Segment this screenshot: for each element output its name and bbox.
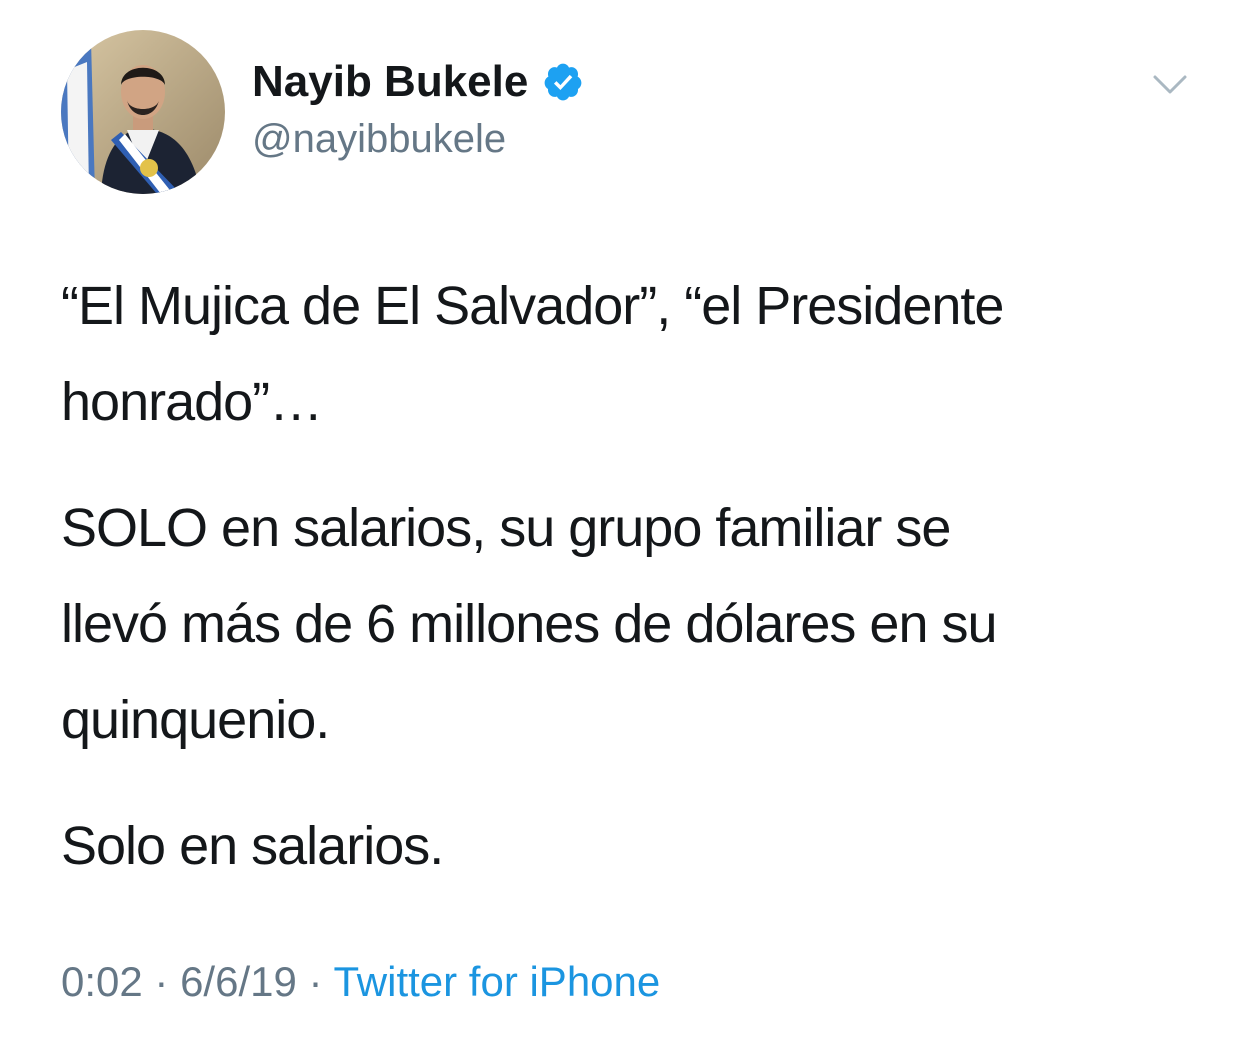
verified-badge-icon bbox=[542, 61, 584, 103]
tweet-paragraph: Solo en salarios. bbox=[61, 816, 444, 876]
tweet-text: “El Mujica de El Salvador”, “el Presiden… bbox=[61, 258, 1211, 894]
tweet-time[interactable]: 0:02 bbox=[61, 958, 143, 1005]
tweet-paragraph: “El Mujica de El Salvador”, “el Presiden… bbox=[61, 276, 1004, 432]
user-handle[interactable]: @nayibbukele bbox=[252, 112, 506, 166]
tweet-paragraph: SOLO en salarios, su grupo familiar se l… bbox=[61, 498, 998, 750]
avatar-photo bbox=[61, 30, 225, 194]
chevron-down-icon[interactable] bbox=[1152, 72, 1188, 98]
meta-separator: · bbox=[142, 958, 181, 1005]
tweet-date[interactable]: 6/6/19 bbox=[180, 958, 297, 1005]
author-header[interactable]: Nayib Bukele bbox=[252, 54, 584, 110]
meta-separator: · bbox=[296, 958, 334, 1005]
display-name[interactable]: Nayib Bukele bbox=[252, 54, 528, 110]
tweet-source-link[interactable]: Twitter for iPhone bbox=[333, 958, 660, 1005]
avatar[interactable] bbox=[61, 30, 225, 194]
tweet-metadata: 0:02 · 6/6/19 · Twitter for iPhone bbox=[61, 952, 660, 1012]
